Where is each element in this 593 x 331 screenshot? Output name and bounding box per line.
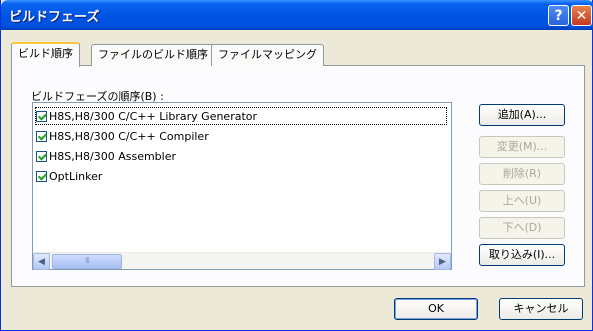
tab-file-mapping[interactable]: ファイルマッピング xyxy=(211,44,324,66)
list-item[interactable]: OptLinker xyxy=(35,167,447,185)
list-item-label: H8S,H8/300 C/C++ Compiler xyxy=(49,129,209,143)
checkbox[interactable] xyxy=(36,110,47,122)
list-item[interactable]: H8S,H8/300 C/C++ Compiler xyxy=(35,127,447,145)
move-up-button[interactable]: 上へ(U) xyxy=(479,190,565,212)
modify-button[interactable]: 変更(M)... xyxy=(479,136,565,158)
list-item-label: H8S,H8/300 Assembler xyxy=(49,149,177,163)
dialog-title: ビルドフェーズ xyxy=(9,10,100,25)
ok-button[interactable]: OK xyxy=(394,298,478,320)
scroll-right-icon[interactable]: ▶ xyxy=(434,253,451,270)
tab-build-order[interactable]: ビルド順序 xyxy=(11,42,80,67)
list-item-label: OptLinker xyxy=(49,169,103,183)
checkbox[interactable] xyxy=(36,150,47,162)
list-item-label: H8S,H8/300 C/C++ Library Generator xyxy=(49,109,258,123)
cancel-button[interactable]: キャンセル xyxy=(499,298,583,320)
list-item[interactable]: H8S,H8/300 Assembler xyxy=(35,147,447,165)
scroll-left-icon[interactable]: ◀ xyxy=(33,253,50,270)
import-button[interactable]: 取り込み(I)... xyxy=(479,244,565,266)
list-item[interactable]: H8S,H8/300 C/C++ Library Generator xyxy=(35,107,447,125)
close-icon[interactable]: ✕ xyxy=(571,5,592,26)
help-icon[interactable]: ? xyxy=(548,5,569,26)
checkbox[interactable] xyxy=(36,130,47,142)
horizontal-scrollbar[interactable]: ◀ III ▶ xyxy=(33,252,451,270)
checkbox[interactable] xyxy=(36,170,47,182)
move-down-button[interactable]: 下へ(D) xyxy=(479,217,565,239)
build-phase-list[interactable]: H8S,H8/300 C/C++ Library Generator H8S,H… xyxy=(32,102,452,270)
delete-button[interactable]: 削除(R) xyxy=(479,163,565,185)
build-phase-dialog: ビルドフェーズ ? ✕ ビルド順序 ファイルのビルド順序 ファイルマッピング ビ… xyxy=(0,0,593,331)
tab-file-build-order[interactable]: ファイルのビルド順序 xyxy=(91,44,215,66)
title-bar[interactable]: ビルドフェーズ ? ✕ xyxy=(1,0,593,30)
scrollbar-thumb[interactable]: III xyxy=(52,254,122,269)
add-button[interactable]: 追加(A)... xyxy=(479,104,565,126)
